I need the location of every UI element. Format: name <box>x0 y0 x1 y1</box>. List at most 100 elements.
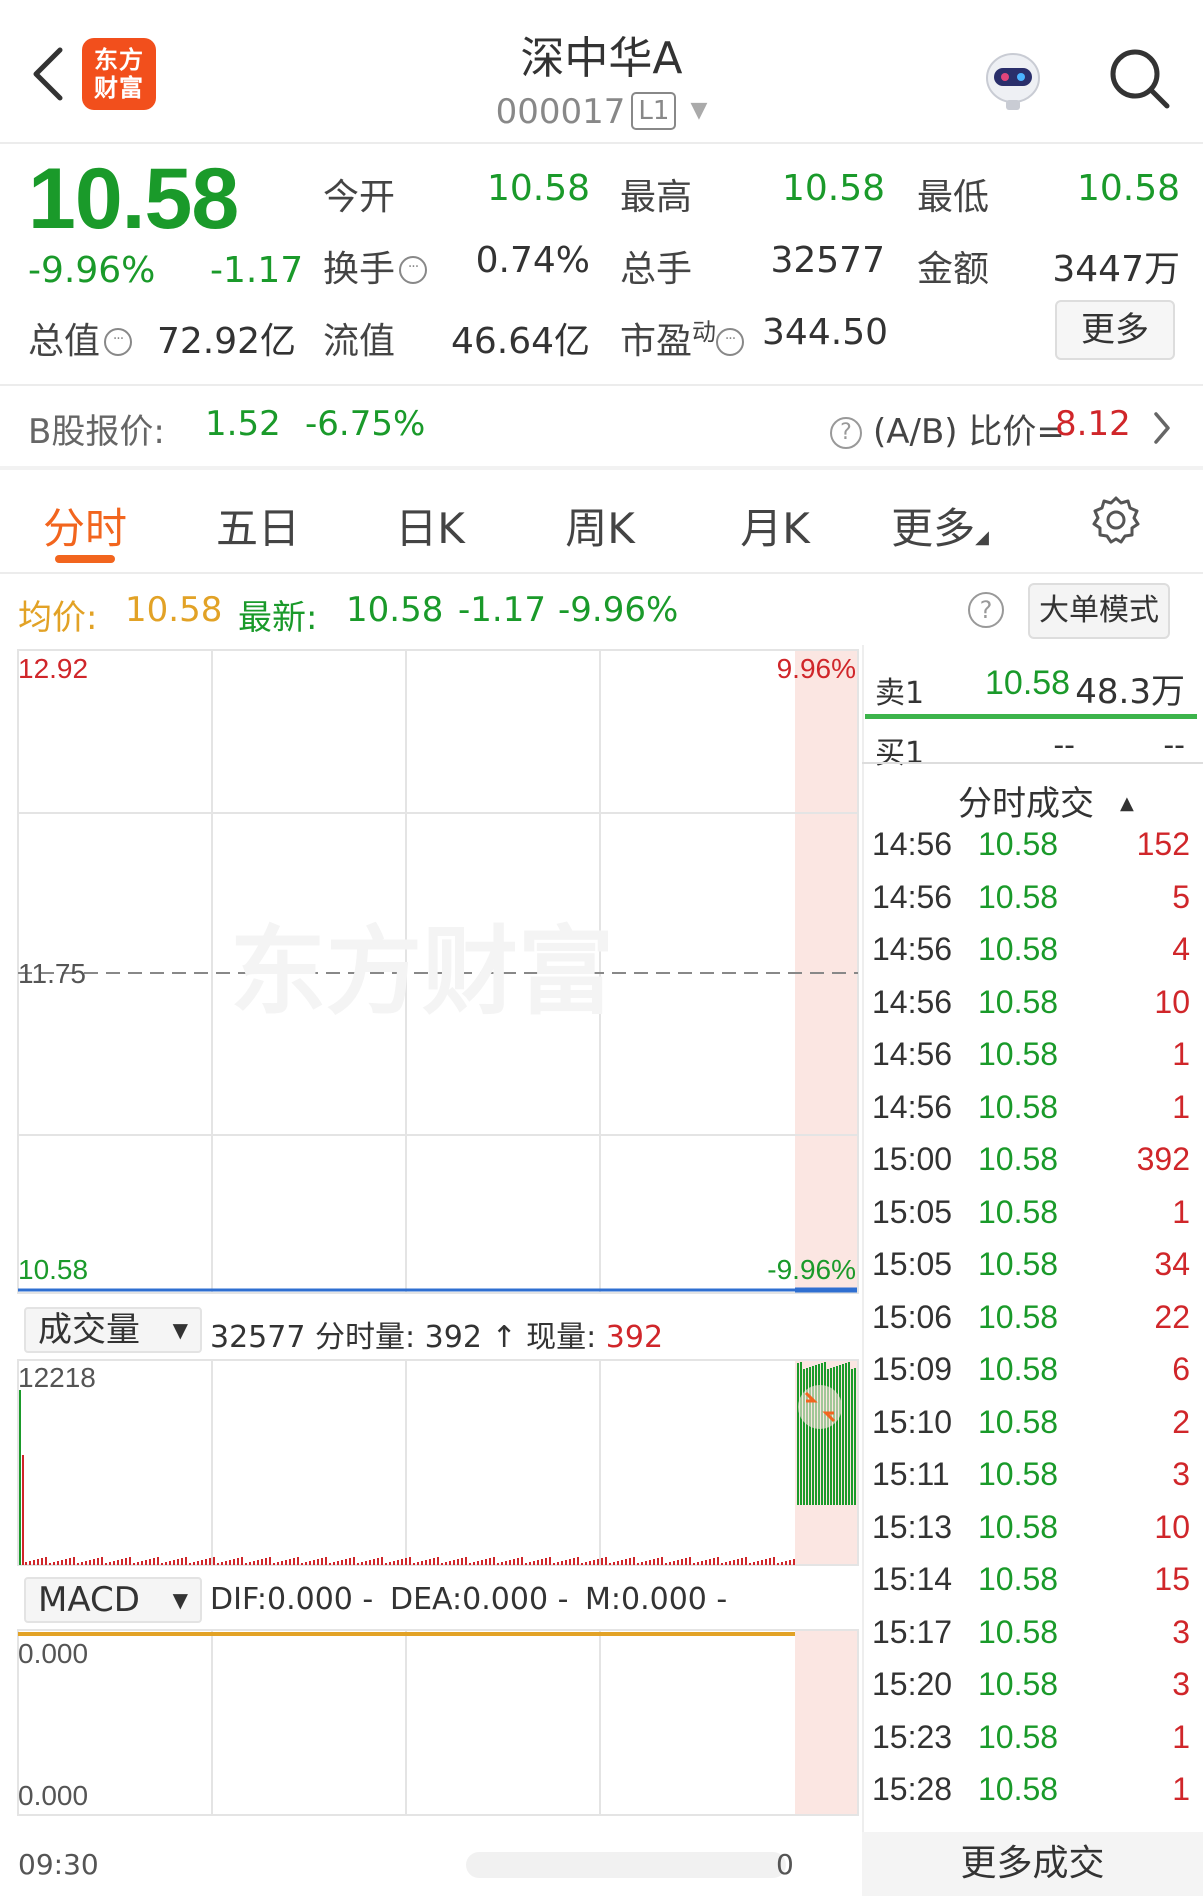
low-value: 10.58 <box>1076 168 1180 209</box>
volume-bar <box>677 1560 679 1565</box>
pe-sup: 动 <box>692 318 717 346</box>
volume-bar <box>81 1562 83 1565</box>
info-dots-icon[interactable]: ··· <box>716 328 745 356</box>
volume-bar <box>621 1560 623 1565</box>
volume-bar <box>569 1559 571 1565</box>
volume-bar <box>101 1557 103 1565</box>
volume-bar <box>365 1561 367 1565</box>
volume-bars <box>19 1362 856 1565</box>
volume-bar <box>493 1557 495 1565</box>
volume-bar <box>213 1557 215 1565</box>
volume-bar <box>69 1558 71 1565</box>
more-quote-button[interactable]: 更多 <box>1055 300 1175 360</box>
trade-volume: 2 <box>1172 1403 1190 1440</box>
trade-row: 15:00 10.58 392 <box>872 1141 1190 1181</box>
float-value: 46.64亿 <box>450 321 590 362</box>
search-icon[interactable] <box>1105 44 1173 112</box>
volume-bar <box>661 1557 663 1565</box>
volume-bar <box>693 1563 695 1565</box>
trade-row: 15:09 10.58 6 <box>872 1351 1190 1391</box>
trade-price: 10.58 <box>978 878 1059 915</box>
volume-bar <box>601 1558 603 1565</box>
volume-bar <box>73 1557 75 1565</box>
scroll-track[interactable] <box>466 1852 786 1878</box>
buy1-label: 买1 <box>875 736 925 771</box>
big-order-mode-button[interactable]: 大单模式 <box>1028 583 1170 639</box>
info-dots-icon[interactable]: ··· <box>399 256 428 284</box>
volume-bar <box>97 1558 99 1565</box>
volume-bar <box>781 1562 783 1565</box>
turnover-label: 换手 ··· <box>323 240 428 292</box>
volume-bar <box>489 1558 491 1565</box>
trade-time: 14:56 <box>872 1088 953 1125</box>
volume-bar <box>121 1559 123 1565</box>
volume-bar <box>525 1563 527 1565</box>
volume-bar <box>65 1559 67 1565</box>
tab-five-day[interactable]: 五日 <box>188 495 328 556</box>
intraday-chart[interactable]: 东方财富 12.92 11.75 10.58 9.96% -9.96% 1221… <box>0 645 862 1835</box>
tab-daily-k[interactable]: 日K <box>360 495 500 556</box>
divider <box>0 142 1203 144</box>
trade-time: 15:06 <box>872 1298 953 1335</box>
tab-more[interactable]: 更多◢ <box>870 495 1010 556</box>
volume-bar <box>473 1562 475 1565</box>
volume-bar <box>29 1561 31 1565</box>
volume-bar <box>629 1558 631 1565</box>
trade-price: 10.58 <box>978 1666 1059 1702</box>
volume-bar <box>229 1560 231 1565</box>
volume-bar <box>593 1560 595 1565</box>
volume-bar <box>45 1557 47 1565</box>
amount-label: 金额 <box>917 249 990 290</box>
macd-indicator-select[interactable]: MACD ▼ <box>24 1577 202 1623</box>
info-dots-icon[interactable]: ··· <box>104 328 133 356</box>
volume-bar <box>741 1558 743 1565</box>
volume-bar <box>145 1560 147 1565</box>
trade-price: 10.58 <box>978 1561 1059 1597</box>
tab-weekly-k[interactable]: 周K <box>530 495 670 556</box>
macd-m: M:0.000 - <box>585 1582 728 1617</box>
volume-bar <box>501 1562 503 1565</box>
tab-intraday[interactable]: 分时 <box>15 495 155 556</box>
volume-bar <box>409 1557 411 1565</box>
tab-monthly-k[interactable]: 月K <box>705 495 845 556</box>
volume-bar <box>633 1557 635 1565</box>
trade-price: 10.58 <box>978 931 1059 967</box>
high-label: 最高 <box>620 177 693 218</box>
caret-icon: ◢ <box>975 527 989 548</box>
robot-assistant-icon[interactable] <box>978 44 1048 114</box>
volume-bar <box>165 1562 167 1565</box>
settings-gear-icon[interactable] <box>1090 494 1142 546</box>
volume-bar <box>785 1561 787 1565</box>
volume-bar <box>625 1559 627 1565</box>
volume-bar <box>393 1561 395 1565</box>
bar-volume-value: 392 <box>424 1320 482 1355</box>
volume-bar <box>185 1557 187 1565</box>
chevron-right-icon[interactable] <box>1150 408 1174 448</box>
volume-bar <box>773 1557 775 1565</box>
expand-arrows-icon[interactable] <box>798 1385 842 1429</box>
caret-down-icon[interactable]: ▼ <box>690 98 707 123</box>
volume-bar <box>749 1563 751 1565</box>
divider <box>0 384 1203 386</box>
chart-help-icon[interactable]: ? <box>968 592 1004 628</box>
caret-down-icon: ▼ <box>172 1588 188 1612</box>
trade-time: 14:56 <box>872 878 953 915</box>
volume-bar <box>545 1558 547 1565</box>
volume-indicator-select[interactable]: 成交量 ▼ <box>24 1307 202 1353</box>
volume-bar <box>285 1560 287 1565</box>
more-trades-button[interactable]: 更多成交 <box>862 1832 1203 1896</box>
up-arrow-icon: ↑ <box>491 1320 517 1355</box>
volume-bar <box>205 1559 207 1565</box>
ratio-help-icon[interactable]: ? <box>830 408 862 449</box>
trade-row: 15:20 10.58 3 <box>872 1666 1190 1706</box>
volume-bar <box>401 1559 403 1565</box>
volume-bar <box>573 1558 575 1565</box>
now-volume-label: 现量: <box>526 1320 597 1355</box>
trade-volume: 3 <box>1172 1666 1190 1702</box>
volume-bar <box>513 1559 515 1565</box>
open-label: 今开 <box>323 177 396 218</box>
volume-bar <box>265 1558 267 1565</box>
volume-bar <box>429 1559 431 1565</box>
trades-title[interactable]: 分时成交 ▲ <box>958 776 1134 825</box>
volume-y-max: 12218 <box>18 1362 96 1393</box>
